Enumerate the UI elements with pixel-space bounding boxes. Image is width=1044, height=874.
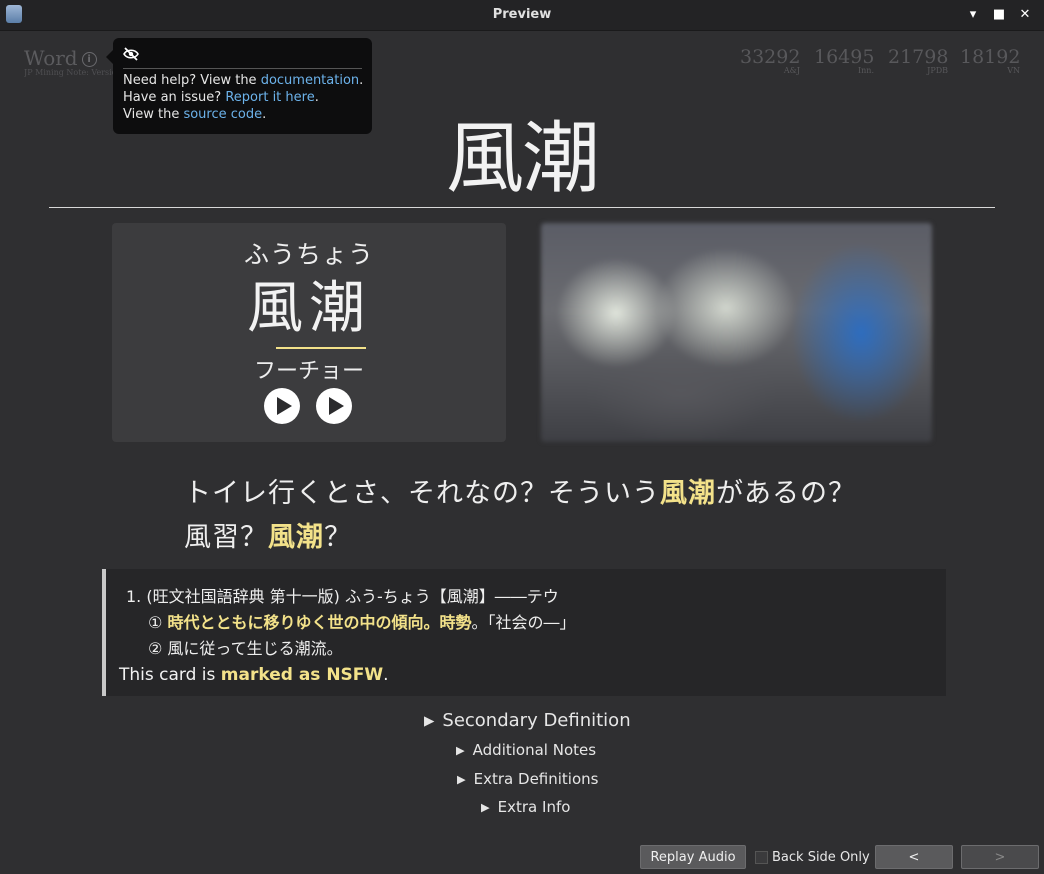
definition-highlight: 時代とともに移りゆく世の中の傾向。時勢 (167, 613, 472, 632)
example-sentence: トイレ行くとさ、それなの？そういう風潮があるの？ 風習？風潮？ (184, 472, 874, 560)
frequency-vn: 18192 VN (960, 46, 1020, 75)
sentence-text: があるの？ (716, 478, 856, 509)
main-word: 風潮 (445, 114, 600, 204)
triangle-right-icon: ▶ (456, 744, 465, 757)
frequency-value: 18192 (960, 46, 1021, 68)
sentence-highlight: 風潮 (660, 478, 716, 509)
tooltip-text: . (359, 73, 364, 88)
word-label-text: Word (24, 46, 78, 70)
divider (49, 207, 995, 208)
word-label: Word i (24, 46, 97, 70)
toggle-label: Extra Info (497, 798, 571, 816)
triangle-right-icon: ▶ (424, 713, 435, 729)
sentence-highlight: 風潮 (268, 522, 324, 553)
info-icon[interactable]: i (81, 52, 97, 67)
tooltip-text: Need help? View the (123, 73, 261, 88)
minimize-icon[interactable]: ▾ (964, 6, 982, 24)
nsfw-notice: This card is marked as NSFW. (119, 665, 389, 685)
primary-definition: 1. (旺文社国語辞典 第十一版) ふう‐ちょう【風潮】――テウ ① 時代ととも… (102, 569, 946, 696)
close-icon[interactable]: ✕ (1016, 6, 1034, 24)
next-button[interactable]: > (961, 845, 1039, 869)
window-title: Preview (492, 7, 552, 22)
definition-header: 1. (旺文社国語辞典 第十一版) ふう‐ちょう【風潮】――テウ (126, 587, 559, 606)
frequency-value: 33292 (740, 46, 801, 68)
title-bar: Preview ▾ ■ ✕ (0, 0, 1044, 31)
extra-info-toggle[interactable]: ▶ Extra Info (481, 798, 570, 816)
triangle-right-icon: ▶ (481, 801, 490, 814)
tooltip-divider (123, 68, 362, 69)
frequency-value: 21798 (888, 46, 949, 68)
triangle-right-icon: ▶ (457, 773, 466, 786)
back-side-only-checkbox[interactable] (755, 851, 768, 864)
sense-number: ① (148, 613, 163, 632)
extra-definitions-toggle[interactable]: ▶ Extra Definitions (457, 770, 598, 788)
replay-audio-button[interactable]: Replay Audio (640, 845, 746, 869)
audio-buttons (264, 388, 352, 424)
additional-notes-toggle[interactable]: ▶ Additional Notes (456, 741, 596, 759)
frequency-inn: 16495 Inn. (814, 46, 874, 75)
frequency-value: 16495 (814, 46, 875, 68)
definition-text: 。「社会の―」 (471, 613, 576, 632)
sentence-text: 風習？ (184, 522, 268, 553)
eye-slash-icon[interactable] (123, 47, 139, 61)
nsfw-text: . (383, 665, 389, 685)
definition-sense-1: ① 時代とともに移りゆく世の中の傾向。時勢。「社会の―」 (148, 609, 575, 633)
reading-box: ふうちょう 風潮 フーチョー (112, 223, 506, 442)
pitch-kana: フーチョー (253, 359, 364, 384)
back-side-only-label: Back Side Only (772, 850, 870, 865)
secondary-definition-toggle[interactable]: ▶ Secondary Definition (424, 710, 631, 731)
toggle-label: Secondary Definition (442, 710, 631, 731)
pitch-accent-line (276, 347, 366, 349)
reading-kanji: 風潮 (247, 276, 371, 341)
frequency-jpdb: 21798 JPDB (888, 46, 948, 75)
card-picture-blurred[interactable] (541, 223, 932, 442)
sentence-line-2: 風習？風潮？ (184, 516, 874, 560)
toggle-label: Extra Definitions (473, 770, 599, 788)
documentation-link[interactable]: documentation (261, 73, 359, 88)
note-type-label: JP Mining Note: Version (24, 68, 114, 77)
sentence-text: ？ (324, 522, 352, 553)
nsfw-text: This card is (119, 665, 221, 685)
play-word-audio-icon[interactable] (264, 388, 300, 424)
sentence-line-1: トイレ行くとさ、それなの？そういう風潮があるの？ (184, 472, 874, 516)
frequency-aj: 33292 A&J (740, 46, 800, 75)
sentence-text: トイレ行くとさ、それなの？そういう (184, 478, 660, 509)
play-sentence-audio-icon[interactable] (316, 388, 352, 424)
tooltip-line-docs: Need help? View the documentation. (123, 73, 363, 88)
maximize-icon[interactable]: ■ (990, 6, 1008, 24)
window-controls: ▾ ■ ✕ (964, 6, 1034, 24)
nsfw-bold: marked as NSFW (220, 665, 384, 685)
definition-sense-2: ② 風に従って生じる潮流。 (148, 639, 343, 658)
toggle-label: Additional Notes (472, 741, 597, 759)
previous-button[interactable]: < (875, 845, 953, 869)
